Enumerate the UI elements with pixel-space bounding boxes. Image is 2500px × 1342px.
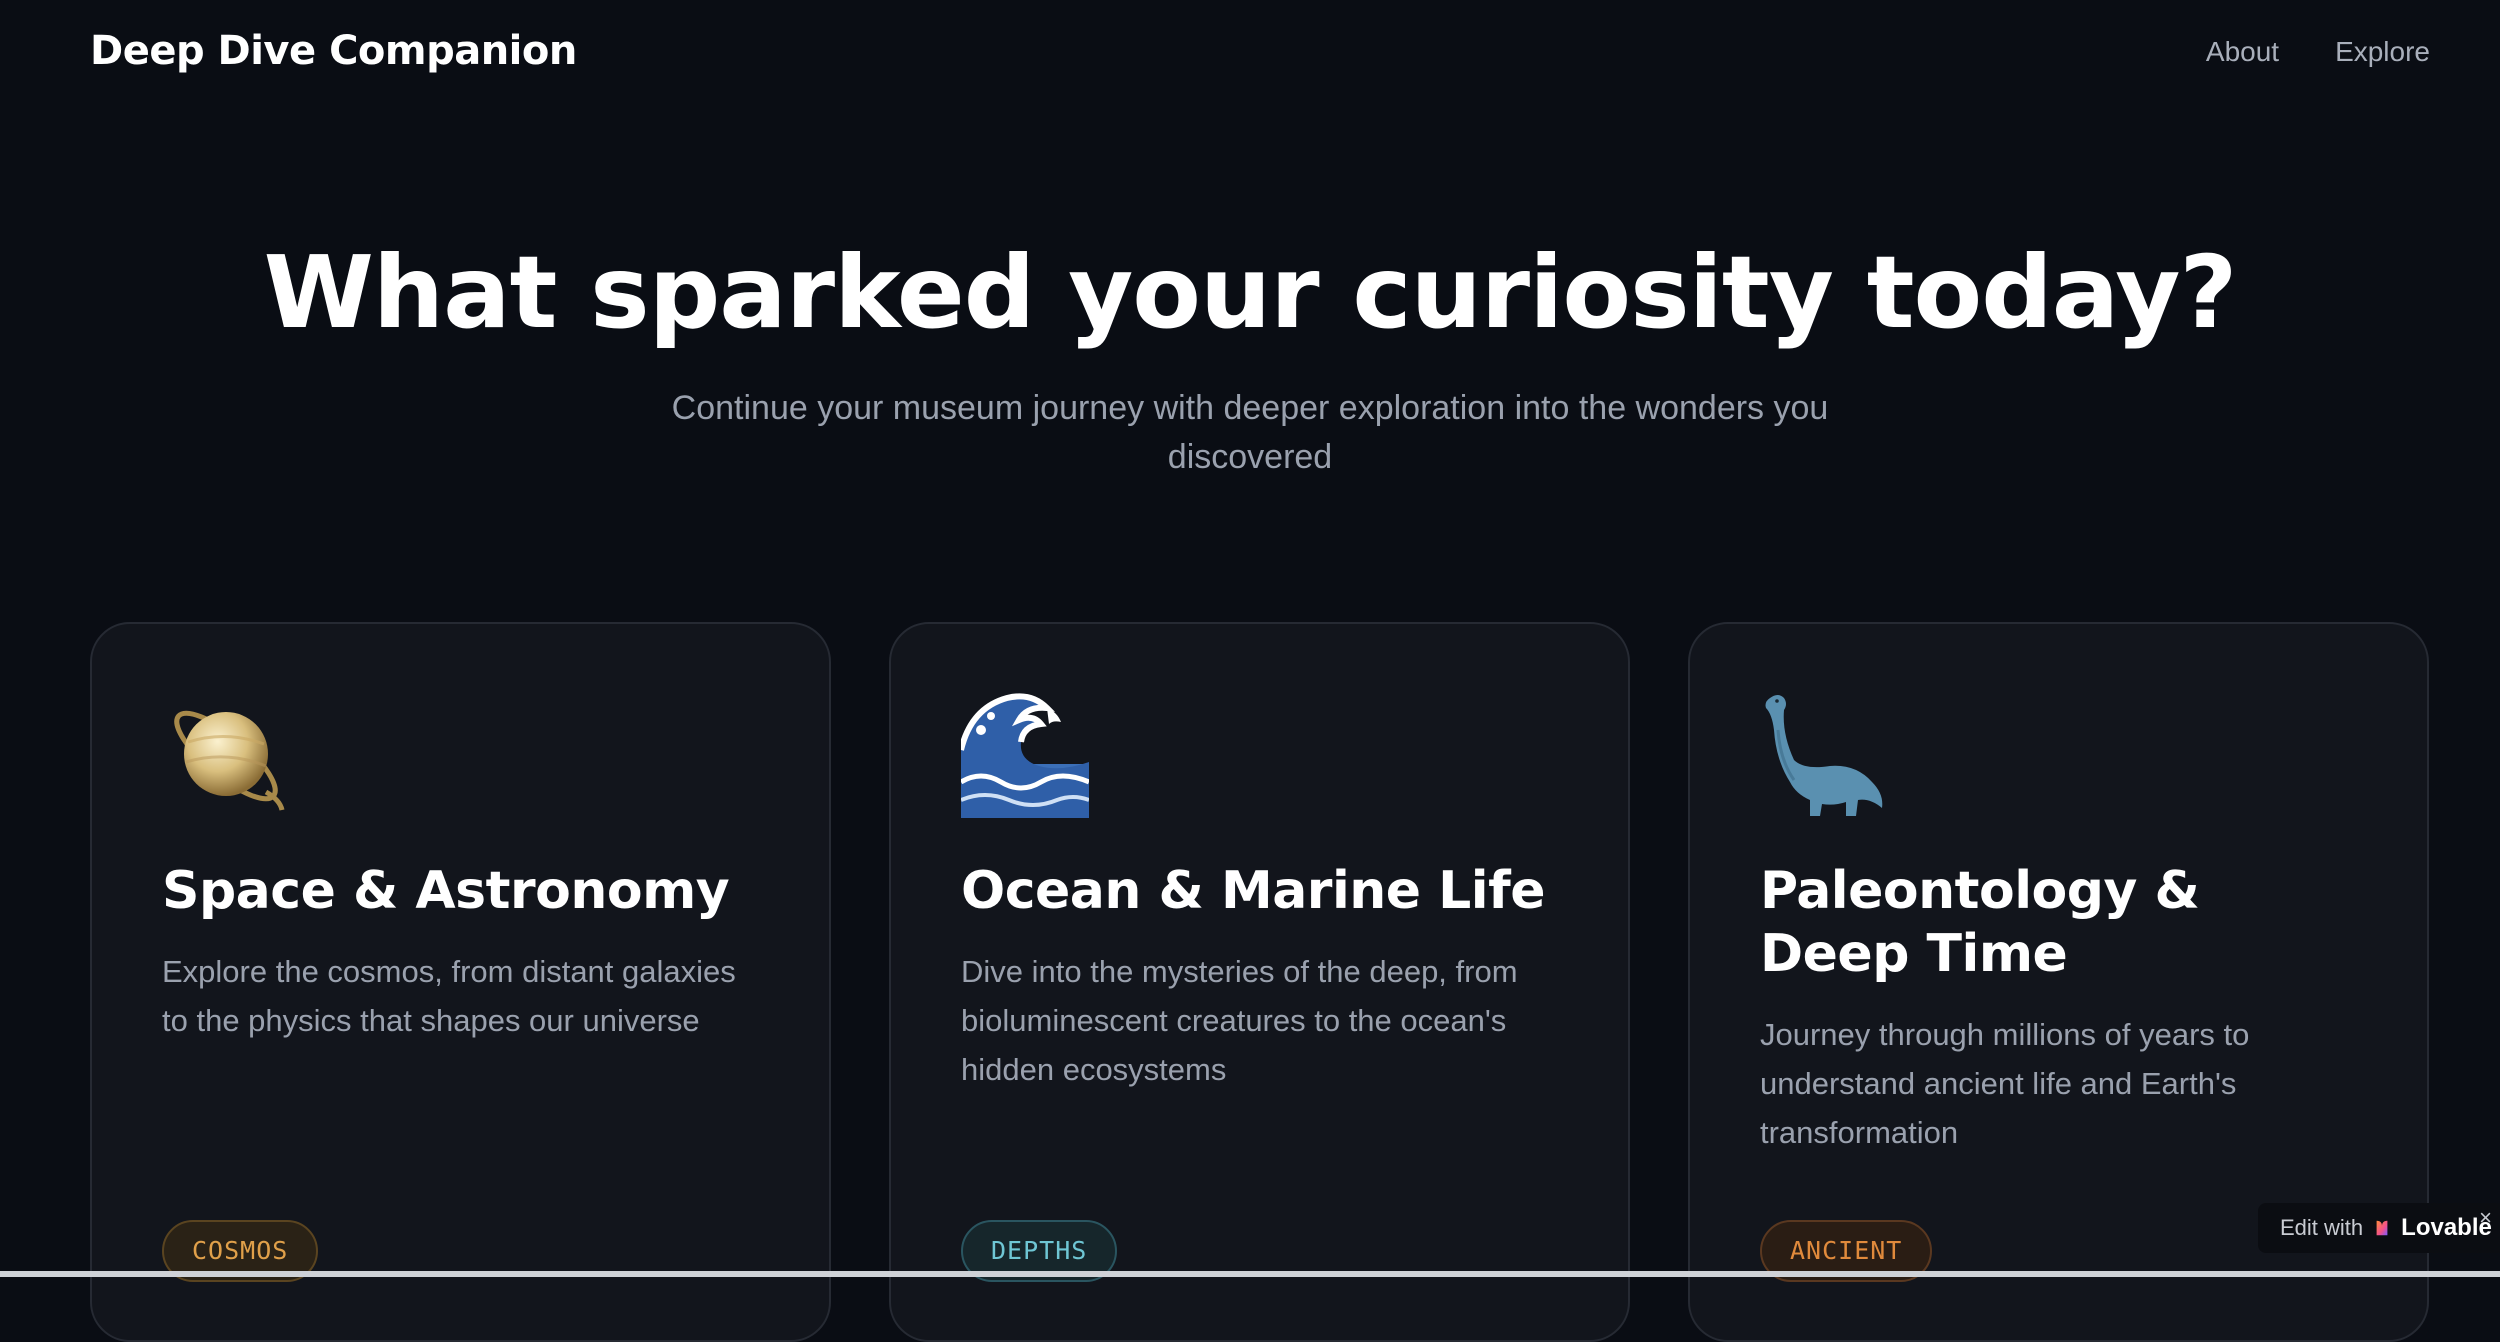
nav-explore-link[interactable]: Explore: [2335, 36, 2430, 68]
card-description: Explore the cosmos, from distant galaxie…: [162, 954, 736, 1038]
brand-logo[interactable]: Deep Dive Companion: [90, 28, 577, 74]
card-title: Paleontology & Deep Time: [1760, 861, 2200, 984]
badge-prefix: Edit with: [2280, 1215, 2364, 1240]
nav-about-link[interactable]: About: [2206, 36, 2279, 68]
edit-with-lovable-badge[interactable]: Edit with Lovable ×: [2258, 1203, 2500, 1253]
main-nav: About Explore: [2206, 36, 2430, 68]
lovable-logo-icon: [2376, 1220, 2388, 1236]
card-description: Journey through millions of years to und…: [1760, 1017, 2250, 1150]
bottom-window-strip: [0, 1271, 2500, 1277]
wave-icon: [961, 693, 1089, 818]
topic-cards: Space & Astronomy Explore the cosmos, fr…: [90, 622, 2430, 1342]
close-icon[interactable]: ×: [2479, 1205, 2492, 1231]
card-description: Dive into the mysteries of the deep, fro…: [961, 954, 1518, 1087]
hero-subtitle: Continue your museum journey with deeper…: [671, 389, 1829, 476]
saturn-icon: [174, 710, 285, 811]
card-ocean-marine[interactable]: Ocean & Marine Life Dive into the myster…: [889, 622, 1630, 1342]
card-title: Ocean & Marine Life: [961, 861, 1546, 921]
card-space-astronomy[interactable]: Space & Astronomy Explore the cosmos, fr…: [90, 622, 831, 1342]
card-title: Space & Astronomy: [162, 861, 730, 921]
dinosaur-icon: [1765, 695, 1883, 816]
hero-title: What sparked your curiosity today?: [263, 234, 2238, 351]
site-header: Deep Dive Companion About Explore: [0, 0, 2500, 110]
